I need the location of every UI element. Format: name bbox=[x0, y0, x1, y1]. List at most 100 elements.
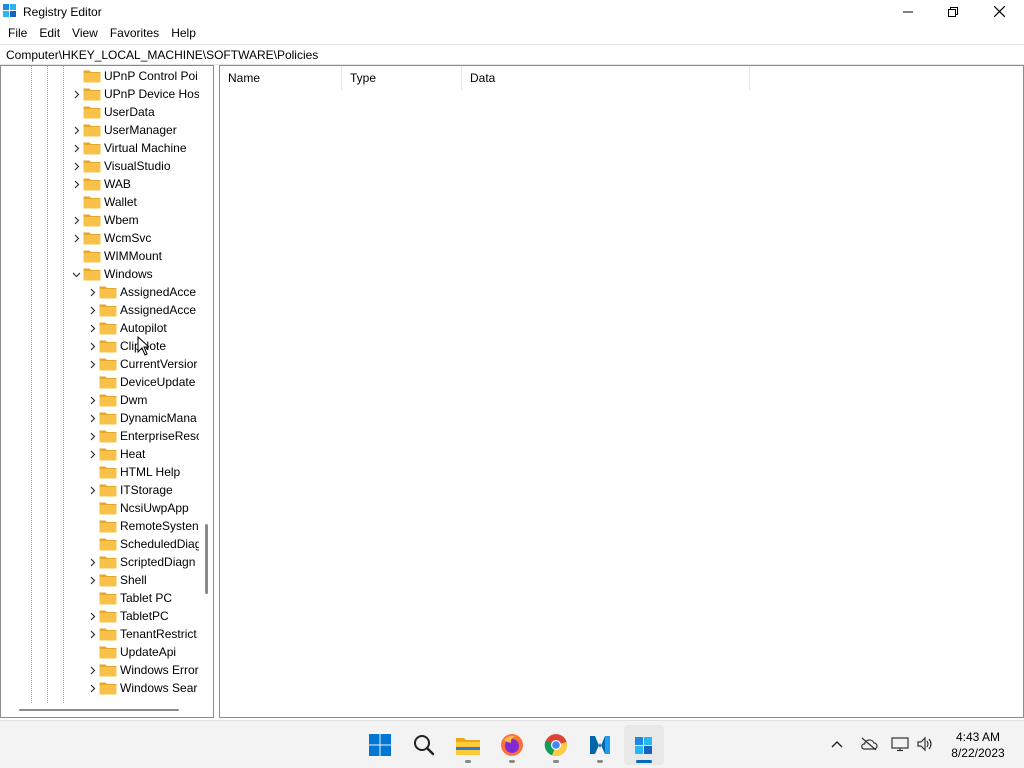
chevron-right-icon[interactable] bbox=[71, 233, 81, 243]
tree-item[interactable]: VisualStudio bbox=[71, 157, 171, 175]
chevron-right-icon[interactable] bbox=[87, 449, 97, 459]
address-path[interactable]: Computer\HKEY_LOCAL_MACHINE\SOFTWARE\Pol… bbox=[6, 48, 318, 62]
file-explorer-icon bbox=[456, 738, 480, 755]
chevron-right-icon[interactable] bbox=[71, 215, 81, 225]
tree-item-label: DeviceUpdate bbox=[120, 375, 196, 389]
folder-icon bbox=[99, 339, 117, 353]
tree-horizontal-scroll-thumb[interactable] bbox=[19, 709, 179, 711]
menu-file[interactable]: File bbox=[2, 23, 33, 43]
tree-item[interactable]: Windows Sear bbox=[87, 679, 197, 697]
tree-item[interactable]: AssignedAcce bbox=[87, 283, 196, 301]
tree-item[interactable]: Dwm bbox=[87, 391, 147, 409]
chevron-right-icon[interactable] bbox=[87, 557, 97, 567]
tree-item[interactable]: TenantRestrict bbox=[87, 625, 197, 643]
tree-item[interactable]: RemoteSysten bbox=[87, 517, 199, 535]
tree-item[interactable]: Virtual Machine bbox=[71, 139, 187, 157]
close-button[interactable] bbox=[976, 0, 1022, 23]
tree-item[interactable]: WIMMount bbox=[71, 247, 162, 265]
menu-edit[interactable]: Edit bbox=[33, 23, 66, 43]
chevron-right-icon[interactable] bbox=[87, 485, 97, 495]
tree-item[interactable]: WAB bbox=[71, 175, 131, 193]
menu-view[interactable]: View bbox=[66, 23, 104, 43]
chevron-right-icon[interactable] bbox=[87, 431, 97, 441]
tree-item[interactable]: Wbem bbox=[71, 211, 139, 229]
tree-item[interactable]: Windows bbox=[71, 265, 153, 283]
tree-item[interactable]: Heat bbox=[87, 445, 145, 463]
chevron-right-icon[interactable] bbox=[87, 359, 97, 369]
column-header-type[interactable]: Type bbox=[342, 66, 462, 90]
chevron-right-icon[interactable] bbox=[71, 89, 81, 99]
address-bar[interactable]: Computer\HKEY_LOCAL_MACHINE\SOFTWARE\Pol… bbox=[0, 44, 1024, 65]
firefox-button[interactable] bbox=[492, 725, 532, 765]
vscode-button[interactable] bbox=[580, 725, 620, 765]
key-tree-pane[interactable]: UPnP Control Poi UPnP Device Hos UserData U… bbox=[0, 65, 214, 718]
minimize-button[interactable] bbox=[885, 0, 931, 23]
search-button[interactable] bbox=[404, 725, 444, 765]
start-button[interactable] bbox=[360, 725, 400, 765]
menu-help[interactable]: Help bbox=[165, 23, 202, 43]
show-hidden-icons-button[interactable] bbox=[826, 733, 848, 755]
tree-item[interactable]: NcsiUwpApp bbox=[87, 499, 189, 517]
chevron-right-icon[interactable] bbox=[71, 143, 81, 153]
tree-vertical-scroll-thumb[interactable] bbox=[205, 524, 208, 594]
tree-item[interactable]: UPnP Device Hos bbox=[71, 85, 199, 103]
tree-item[interactable]: ITStorage bbox=[87, 481, 173, 499]
chevron-right-icon[interactable] bbox=[87, 395, 97, 405]
tree-item[interactable]: UserData bbox=[71, 103, 155, 121]
tree-horizontal-scrollbar[interactable] bbox=[1, 703, 213, 717]
tree-vertical-scrollbar[interactable] bbox=[200, 66, 213, 703]
column-header-data[interactable]: Data bbox=[462, 66, 750, 90]
tree-item[interactable]: UpdateApi bbox=[87, 643, 176, 661]
tree-item[interactable]: Shell bbox=[87, 571, 147, 589]
restore-button[interactable] bbox=[930, 0, 976, 23]
tree-item-label: Shell bbox=[120, 573, 147, 587]
chevron-right-icon[interactable] bbox=[87, 341, 97, 351]
tree-item[interactable]: UPnP Control Poi bbox=[71, 67, 198, 85]
tree-item[interactable]: ScriptedDiagn bbox=[87, 553, 195, 571]
values-list-pane[interactable]: Name Type Data bbox=[219, 65, 1024, 718]
chevron-right-icon[interactable] bbox=[87, 665, 97, 675]
chevron-down-icon[interactable] bbox=[71, 269, 81, 279]
chevron-right-icon[interactable] bbox=[87, 683, 97, 693]
tree-item-label: UPnP Control Poi bbox=[104, 69, 198, 83]
tree-item-label: AssignedAcce bbox=[120, 285, 197, 299]
tree-item[interactable]: EnterpriseResc bbox=[87, 427, 199, 445]
tree-item[interactable]: AssignedAcce bbox=[87, 301, 196, 319]
tree-item[interactable]: Windows Error bbox=[87, 661, 199, 679]
chevron-right-icon[interactable] bbox=[87, 413, 97, 423]
column-header-name[interactable]: Name bbox=[220, 66, 342, 90]
tree-item[interactable]: HTML Help bbox=[87, 463, 180, 481]
chevron-right-icon[interactable] bbox=[87, 629, 97, 639]
tree-item[interactable]: WcmSvc bbox=[71, 229, 151, 247]
chevron-right-icon[interactable] bbox=[71, 161, 81, 171]
file-explorer-button[interactable] bbox=[448, 725, 488, 765]
network-tray-button[interactable] bbox=[889, 733, 911, 755]
tree-item[interactable]: TabletPC bbox=[87, 607, 169, 625]
tree-item[interactable]: DeviceUpdate bbox=[87, 373, 195, 391]
tree-item-label: ScheduledDiag bbox=[120, 537, 199, 551]
tree-item[interactable]: CurrentVersior bbox=[87, 355, 197, 373]
tree-item[interactable]: Autopilot bbox=[87, 319, 167, 337]
volume-tray-button[interactable] bbox=[914, 733, 936, 755]
taskbar-clock[interactable]: 4:43 AM 8/22/2023 bbox=[938, 729, 1018, 761]
folder-icon bbox=[99, 555, 117, 569]
chevron-right-icon[interactable] bbox=[87, 611, 97, 621]
menu-favorites[interactable]: Favorites bbox=[104, 23, 165, 43]
chevron-right-icon[interactable] bbox=[87, 323, 97, 333]
tree-item[interactable]: DynamicMana bbox=[87, 409, 197, 427]
tree-item[interactable]: Wallet bbox=[71, 193, 137, 211]
tree-item[interactable]: ClipNote bbox=[87, 337, 166, 355]
tree-item[interactable]: UserManager bbox=[71, 121, 177, 139]
registry-editor-taskbar-button[interactable] bbox=[624, 725, 664, 765]
tree-item[interactable]: ScheduledDiag bbox=[87, 535, 199, 553]
chevron-right-icon[interactable] bbox=[71, 179, 81, 189]
chrome-button[interactable] bbox=[536, 725, 576, 765]
chevron-right-icon[interactable] bbox=[87, 575, 97, 585]
chevron-right-icon[interactable] bbox=[87, 287, 97, 297]
tree-item-label: WAB bbox=[104, 177, 131, 191]
title-bar[interactable]: Registry Editor bbox=[0, 0, 1024, 23]
chevron-right-icon[interactable] bbox=[87, 305, 97, 315]
chevron-right-icon[interactable] bbox=[71, 125, 81, 135]
tree-item[interactable]: Tablet PC bbox=[87, 589, 172, 607]
onedrive-tray-button[interactable] bbox=[858, 733, 880, 755]
